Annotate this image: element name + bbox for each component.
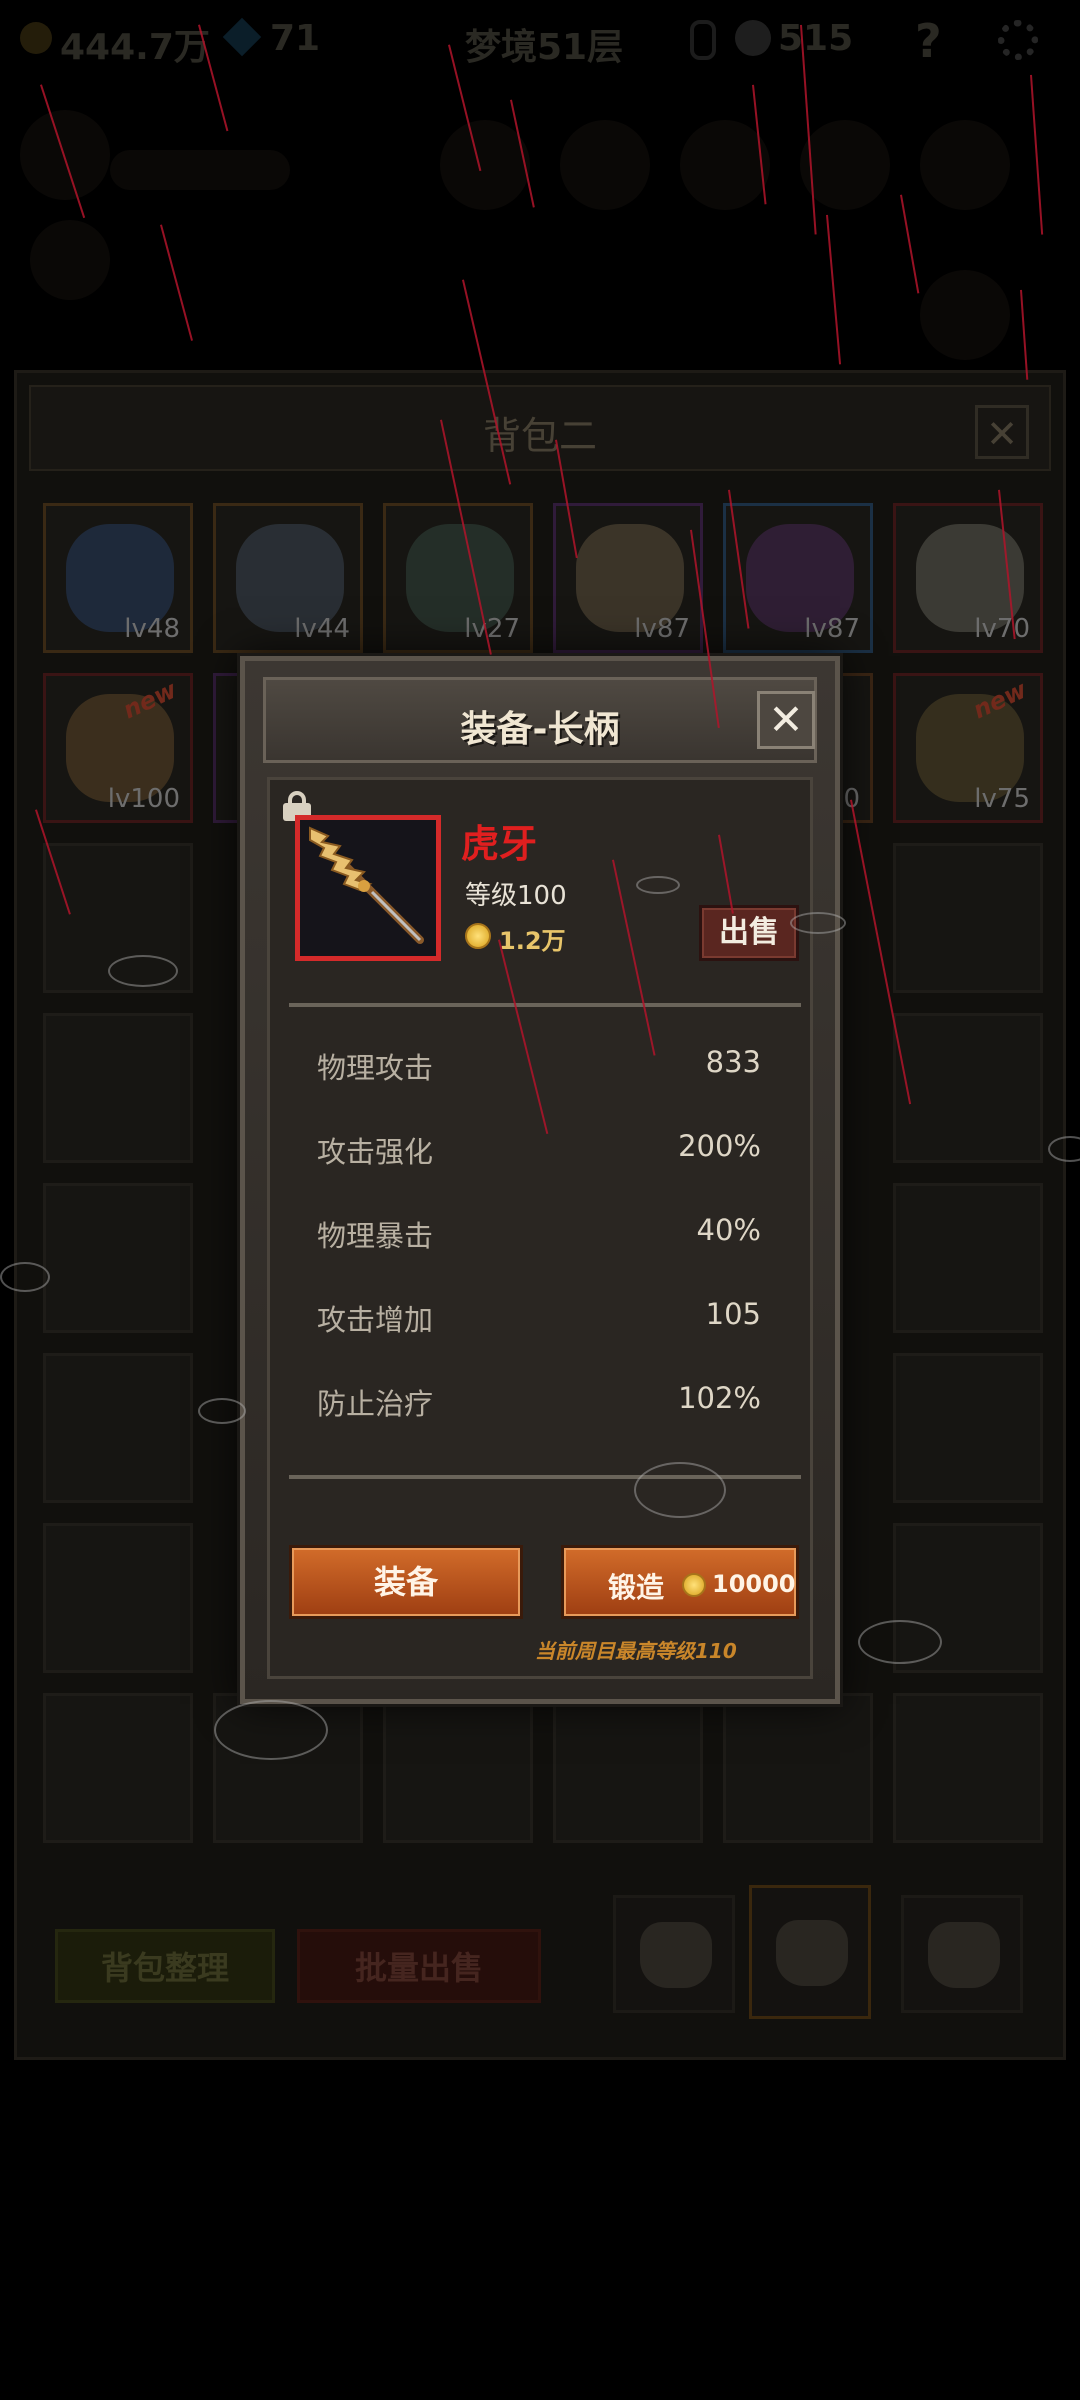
stat-value: 105 <box>705 1297 761 1331</box>
gold-coin-icon <box>465 923 491 949</box>
stat-label: 攻击强化 <box>317 1135 434 1169</box>
stat-row: 物理攻击 833 <box>317 1045 761 1089</box>
divider <box>289 1003 801 1007</box>
stat-label: 物理暴击 <box>317 1219 434 1253</box>
forge-button[interactable]: 锻造 10000 <box>561 1545 799 1619</box>
max-level-note: 当前周目最高等级110 <box>535 1639 737 1663</box>
item-name: 虎牙 <box>461 822 538 866</box>
forge-label: 锻造 <box>608 1571 665 1604</box>
stat-value: 200% <box>678 1129 761 1163</box>
dialog-title: 装备-长柄 <box>460 709 620 750</box>
item-detail-dialog: 装备-长柄 ✕ 虎牙 等级100 1.2万 出售 物理攻击 833 攻击强化 2… <box>240 656 840 1704</box>
item-portrait <box>295 815 441 961</box>
equip-button[interactable]: 装备 <box>289 1545 523 1619</box>
dialog-close-button[interactable]: ✕ <box>757 691 815 749</box>
forge-cost: 10000 <box>712 1570 796 1598</box>
stat-value: 40% <box>696 1213 761 1247</box>
spear-icon <box>309 826 424 944</box>
item-level: 等级100 <box>465 881 567 911</box>
stat-value: 102% <box>678 1381 761 1415</box>
dialog-header: 装备-长柄 <box>263 677 817 763</box>
stat-row: 攻击强化 200% <box>317 1129 761 1173</box>
stat-label: 物理攻击 <box>317 1051 434 1085</box>
stat-row: 防止治疗 102% <box>317 1381 761 1425</box>
stat-value: 833 <box>705 1045 761 1079</box>
divider <box>289 1475 801 1479</box>
gold-coin-icon <box>682 1573 706 1597</box>
item-price: 1.2万 <box>499 927 566 955</box>
stat-label: 攻击增加 <box>317 1303 434 1337</box>
stat-row: 攻击增加 105 <box>317 1297 761 1341</box>
stat-label: 防止治疗 <box>317 1387 434 1421</box>
sell-button[interactable]: 出售 <box>699 905 799 961</box>
stat-row: 物理暴击 40% <box>317 1213 761 1257</box>
